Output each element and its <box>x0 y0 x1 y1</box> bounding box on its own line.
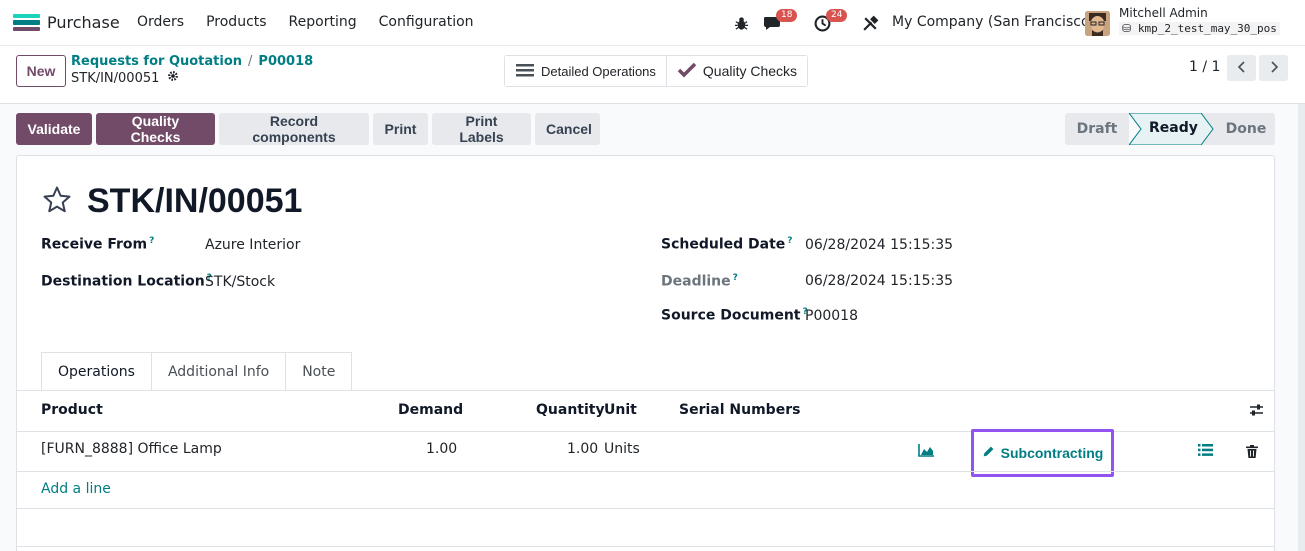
record-title: STK/IN/00051 <box>87 182 303 220</box>
tab-operations[interactable]: Operations <box>41 352 152 391</box>
title-row: STK/IN/00051 <box>41 182 302 221</box>
receive-from-field[interactable]: Azure Interior <box>205 237 300 253</box>
gear-icon[interactable] <box>167 70 179 86</box>
chevron-left-icon <box>1237 60 1247 76</box>
col-serial-numbers[interactable]: Serial Numbers <box>679 402 800 418</box>
add-line-divider <box>17 508 1274 509</box>
print-button[interactable]: Print <box>373 113 428 145</box>
source-document-label: Source Document? <box>661 307 808 324</box>
column-settings-icon[interactable] <box>1248 402 1264 418</box>
record-name: STK/IN/00051 <box>71 70 160 86</box>
top-navbar: Purchase Orders Products Reporting Confi… <box>0 0 1305 46</box>
subcontracting-label: Subcontracting <box>1000 445 1104 461</box>
breadcrumb-rfq[interactable]: Requests for Quotation <box>71 54 242 69</box>
quality-checks-smart-button[interactable]: Quality Checks <box>665 56 808 86</box>
source-document-field[interactable]: P00018 <box>805 308 858 324</box>
action-buttons: Validate Quality Checks Record component… <box>16 113 600 145</box>
row-product[interactable]: [FURN_8888] Office Lamp <box>41 441 222 457</box>
col-product[interactable]: Product <box>41 402 103 418</box>
row-divider <box>17 471 1274 472</box>
star-icon[interactable] <box>41 185 73 219</box>
subcontracting-button[interactable]: Subcontracting <box>971 429 1114 477</box>
forecast-chart-icon[interactable] <box>917 442 935 458</box>
new-button[interactable]: New <box>16 55 66 87</box>
row-demand[interactable]: 1.00 <box>426 441 457 457</box>
breadcrumb-po[interactable]: P00018 <box>258 54 313 69</box>
database-name: ⛁ kmp_2_test_may_30_pos <box>1119 22 1280 35</box>
control-panel: New Requests for Quotation / P00018 STK/IN… <box>0 46 1305 104</box>
current-record: STK/IN/00051 <box>71 70 179 86</box>
systray: 18 24 My Company (San Francisco) Mitchel… <box>0 6 1305 36</box>
destination-field[interactable]: STK/Stock <box>205 274 275 290</box>
receive-from-label: Receive From? <box>41 236 155 253</box>
user-name[interactable]: Mitchell Admin <box>1119 6 1208 20</box>
notebook-tabs: Operations Additional Info Note <box>41 352 353 391</box>
col-unit[interactable]: Unit <box>604 402 637 418</box>
pager-previous-button[interactable] <box>1227 55 1256 81</box>
tab-additional-info[interactable]: Additional Info <box>151 352 287 391</box>
database-icon: ⛁ <box>1122 22 1138 35</box>
pager-next-button[interactable] <box>1259 55 1288 81</box>
smart-buttons: Detailed Operations Quality Checks <box>504 55 809 87</box>
table-top-border <box>17 390 1274 391</box>
quality-checks-smart-label: Quality Checks <box>702 63 798 79</box>
row-unit[interactable]: Units <box>604 441 640 457</box>
quality-checks-button[interactable]: Quality Checks <box>96 113 215 145</box>
cancel-button[interactable]: Cancel <box>535 113 600 145</box>
tab-note[interactable]: Note <box>286 352 353 391</box>
record-components-button[interactable]: Record components <box>219 113 369 145</box>
pager-value[interactable]: 1 / 1 <box>1189 59 1220 75</box>
col-demand[interactable]: Demand <box>398 402 463 418</box>
stage-draft[interactable]: Draft <box>1065 113 1129 145</box>
form-sheet: STK/IN/00051 Receive From? Azure Interio… <box>16 155 1275 551</box>
tools-icon[interactable] <box>862 12 879 34</box>
stage-ready: Ready <box>1149 120 1198 136</box>
stage-ready-wrap[interactable]: Ready <box>1129 113 1214 145</box>
detailed-operations-button[interactable]: Detailed Operations <box>505 56 666 86</box>
print-labels-button[interactable]: Print Labels <box>432 113 531 145</box>
activities-badge: 24 <box>826 9 848 22</box>
deadline-field[interactable]: 06/28/2024 15:15:35 <box>805 273 953 289</box>
details-list-icon[interactable] <box>1197 443 1213 457</box>
chevron-right-icon <box>1269 60 1279 76</box>
destination-label: Destination Location? <box>41 273 212 290</box>
list-icon <box>515 62 535 81</box>
deadline-label: Deadline? <box>661 273 738 290</box>
add-line-link[interactable]: Add a line <box>41 481 111 497</box>
database-label: kmp_2_test_may_30_pos <box>1137 22 1277 35</box>
scheduled-date-field[interactable]: 06/28/2024 15:15:35 <box>805 237 953 253</box>
pencil-icon <box>982 445 995 461</box>
validate-button[interactable]: Validate <box>16 113 92 145</box>
table-bottom-divider <box>17 546 1274 547</box>
page-scrollbar[interactable] <box>1298 104 1305 551</box>
user-avatar[interactable] <box>1085 11 1110 36</box>
breadcrumb: Requests for Quotation / P00018 <box>71 54 314 69</box>
scheduled-date-label: Scheduled Date? <box>661 236 793 253</box>
company-switcher[interactable]: My Company (San Francisco) <box>892 14 1095 30</box>
col-quantity[interactable]: Quantity <box>536 402 605 418</box>
check-icon <box>677 62 697 81</box>
bug-icon[interactable] <box>734 12 749 34</box>
messages-badge: 18 <box>776 9 798 22</box>
detailed-operations-label: Detailed Operations <box>541 63 656 79</box>
row-quantity[interactable]: 1.00 <box>567 441 598 457</box>
status-bar: Draft Ready Done <box>1065 113 1275 145</box>
trash-icon[interactable] <box>1245 444 1259 458</box>
